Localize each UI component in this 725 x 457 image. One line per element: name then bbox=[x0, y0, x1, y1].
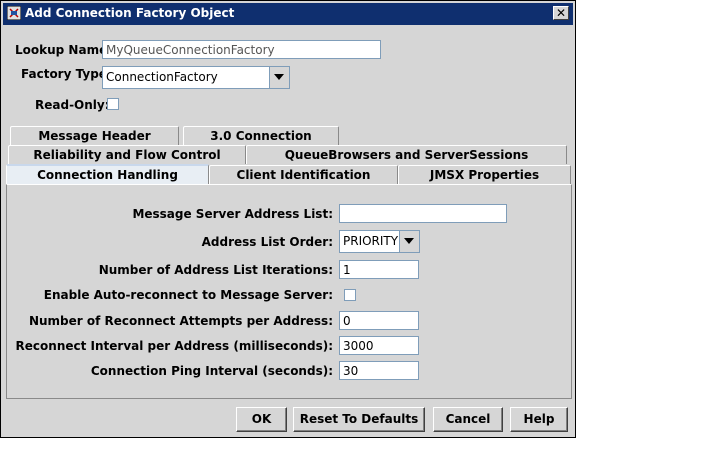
lookup-name-input[interactable]: MyQueueConnectionFactory bbox=[102, 40, 381, 59]
tab-connection-handling[interactable]: Connection Handling bbox=[6, 164, 209, 185]
close-icon: ✕ bbox=[555, 6, 567, 20]
cancel-button[interactable]: Cancel bbox=[433, 407, 503, 432]
address-list-input[interactable] bbox=[339, 204, 507, 223]
reconnect-attempts-label: Number of Reconnect Attempts per Address… bbox=[28, 314, 333, 328]
close-button[interactable]: ✕ bbox=[553, 6, 569, 20]
iterations-label: Number of Address List Iterations: bbox=[98, 263, 333, 277]
reconnect-interval-label: Reconnect Interval per Address (millisec… bbox=[15, 339, 333, 353]
help-button[interactable]: Help bbox=[510, 407, 568, 432]
read-only-label: Read-Only: bbox=[35, 98, 110, 112]
factory-type-dropdown-button[interactable] bbox=[269, 67, 289, 88]
address-order-combo[interactable]: PRIORITY bbox=[339, 230, 420, 253]
reconnect-attempts-input[interactable]: 0 bbox=[339, 311, 419, 330]
read-only-checkbox[interactable] bbox=[107, 98, 119, 110]
tab-jmsx-properties[interactable]: JMSX Properties bbox=[398, 165, 571, 184]
chevron-down-icon bbox=[274, 74, 284, 80]
address-order-label: Address List Order: bbox=[201, 235, 333, 249]
chevron-down-icon bbox=[404, 238, 414, 244]
factory-type-label: Factory Type: bbox=[21, 67, 112, 81]
iterations-input[interactable]: 1 bbox=[339, 260, 419, 279]
auto-reconnect-label: Enable Auto-reconnect to Message Server: bbox=[43, 288, 333, 302]
tab-3-0-connection-handling[interactable]: 3.0 Connection Handling bbox=[183, 126, 339, 161]
address-order-dropdown-button[interactable] bbox=[399, 231, 419, 252]
reset-to-defaults-button[interactable]: Reset To Defaults bbox=[293, 407, 425, 432]
auto-reconnect-checkbox[interactable] bbox=[344, 289, 356, 301]
connection-handling-panel: Message Server Address List: Address Lis… bbox=[6, 184, 572, 399]
address-order-value: PRIORITY bbox=[343, 234, 399, 248]
tab-queuebrowsers-and-serversessions[interactable]: QueueBrowsers and ServerSessions bbox=[246, 145, 567, 164]
ping-interval-label: Connection Ping Interval (seconds): bbox=[90, 364, 333, 378]
tab-reliability-and-flow-control[interactable]: Reliability and Flow Control bbox=[8, 145, 246, 164]
reconnect-interval-input[interactable]: 3000 bbox=[339, 336, 419, 355]
tab-client-identification[interactable]: Client Identification bbox=[209, 165, 398, 184]
ok-button[interactable]: OK bbox=[236, 407, 287, 432]
address-list-label: Message Server Address List: bbox=[132, 207, 333, 221]
window-title: Add Connection Factory Object bbox=[25, 6, 235, 20]
factory-type-value: ConnectionFactory bbox=[106, 70, 218, 84]
lookup-name-label: Lookup Name: bbox=[15, 43, 113, 57]
factory-type-combo[interactable]: ConnectionFactory bbox=[102, 66, 290, 89]
add-connection-factory-dialog: Add Connection Factory Object ✕ Lookup N… bbox=[0, 0, 576, 438]
title-bar[interactable]: Add Connection Factory Object ✕ bbox=[3, 3, 573, 25]
ping-interval-input[interactable]: 30 bbox=[339, 361, 419, 380]
java-app-icon bbox=[7, 6, 21, 20]
tab-message-header-overrides[interactable]: Message Header Overrides bbox=[10, 126, 179, 161]
